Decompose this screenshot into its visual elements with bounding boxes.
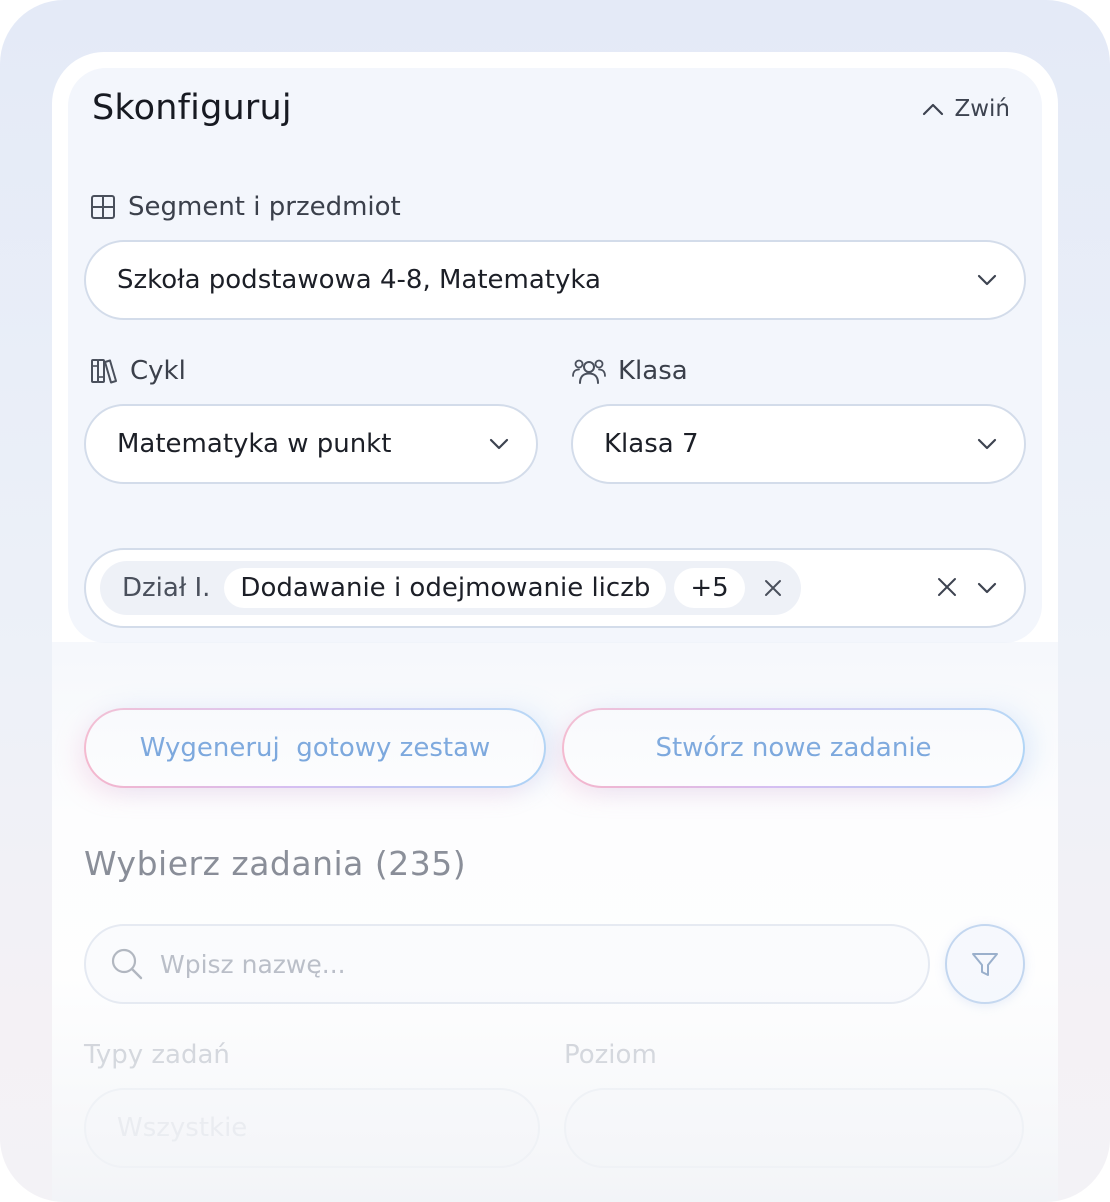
segment-label: Segment i przedmiot bbox=[90, 192, 401, 222]
section-chip: Dodawanie i odejmowanie liczb bbox=[224, 568, 667, 608]
level-select[interactable] bbox=[564, 1088, 1024, 1168]
tasks-title: Wybierz zadania (235) bbox=[84, 844, 467, 883]
remove-chip-button[interactable] bbox=[753, 568, 793, 608]
generate-set-label: Wygeneruj gotowy zestaw bbox=[139, 733, 491, 763]
chevron-down-icon bbox=[977, 274, 997, 286]
chevron-down-icon bbox=[977, 582, 997, 594]
cycle-value: Matematyka w punkt bbox=[117, 429, 392, 459]
create-task-button[interactable]: Stwórz nowe zadanie bbox=[562, 708, 1025, 788]
segment-select[interactable]: Szkoła podstawowa 4-8, Matematyka bbox=[84, 240, 1026, 320]
close-icon[interactable] bbox=[936, 576, 958, 598]
collapse-button[interactable]: Zwiń bbox=[922, 96, 1010, 122]
class-label: Klasa bbox=[572, 356, 688, 386]
task-types-select[interactable]: Wszystkie bbox=[84, 1088, 540, 1168]
cycle-select[interactable]: Matematyka w punkt bbox=[84, 404, 538, 484]
close-icon bbox=[764, 580, 781, 596]
more-count-badge[interactable]: +5 bbox=[674, 568, 745, 608]
level-label: Poziom bbox=[564, 1040, 657, 1070]
config-card: Skonfiguruj Zwiń Segment i przedmiot Szk… bbox=[68, 68, 1042, 643]
class-select[interactable]: Klasa 7 bbox=[571, 404, 1026, 484]
class-value: Klasa 7 bbox=[604, 429, 699, 459]
create-task-label: Stwórz nowe zadanie bbox=[655, 733, 932, 763]
search-icon bbox=[111, 948, 143, 980]
filter-button[interactable] bbox=[945, 924, 1025, 1004]
section-prefix: Dział I. bbox=[122, 573, 211, 603]
filter-icon bbox=[972, 953, 998, 976]
search-field[interactable] bbox=[84, 924, 930, 1004]
chevron-down-icon bbox=[977, 438, 997, 450]
search-input[interactable] bbox=[160, 949, 820, 979]
generate-set-button[interactable]: Wygeneruj gotowy zestaw bbox=[84, 708, 546, 788]
books-icon bbox=[91, 359, 117, 384]
segment-label-text: Segment i przedmiot bbox=[128, 192, 401, 222]
task-types-value: Wszystkie bbox=[117, 1113, 248, 1143]
class-label-text: Klasa bbox=[618, 356, 688, 386]
chevron-down-icon bbox=[489, 438, 509, 450]
task-types-label: Typy zadań bbox=[84, 1040, 230, 1070]
cycle-label-text: Cykl bbox=[130, 356, 186, 386]
section-chip-group: Dział I. Dodawanie i odejmowanie liczb +… bbox=[100, 561, 801, 615]
collapse-label: Zwiń bbox=[954, 96, 1010, 122]
app-background: Skonfiguruj Zwiń Segment i przedmiot Szk… bbox=[0, 0, 1110, 1202]
users-icon bbox=[572, 359, 606, 384]
panel: Skonfiguruj Zwiń Segment i przedmiot Szk… bbox=[52, 52, 1058, 1202]
chevron-up-icon bbox=[923, 103, 944, 116]
section-select[interactable]: Dział I. Dodawanie i odejmowanie liczb +… bbox=[84, 548, 1026, 628]
cycle-label: Cykl bbox=[90, 356, 186, 386]
config-title: Skonfiguruj bbox=[92, 88, 292, 128]
grid-icon bbox=[91, 195, 115, 219]
segment-value: Szkoła podstawowa 4-8, Matematyka bbox=[117, 265, 601, 295]
